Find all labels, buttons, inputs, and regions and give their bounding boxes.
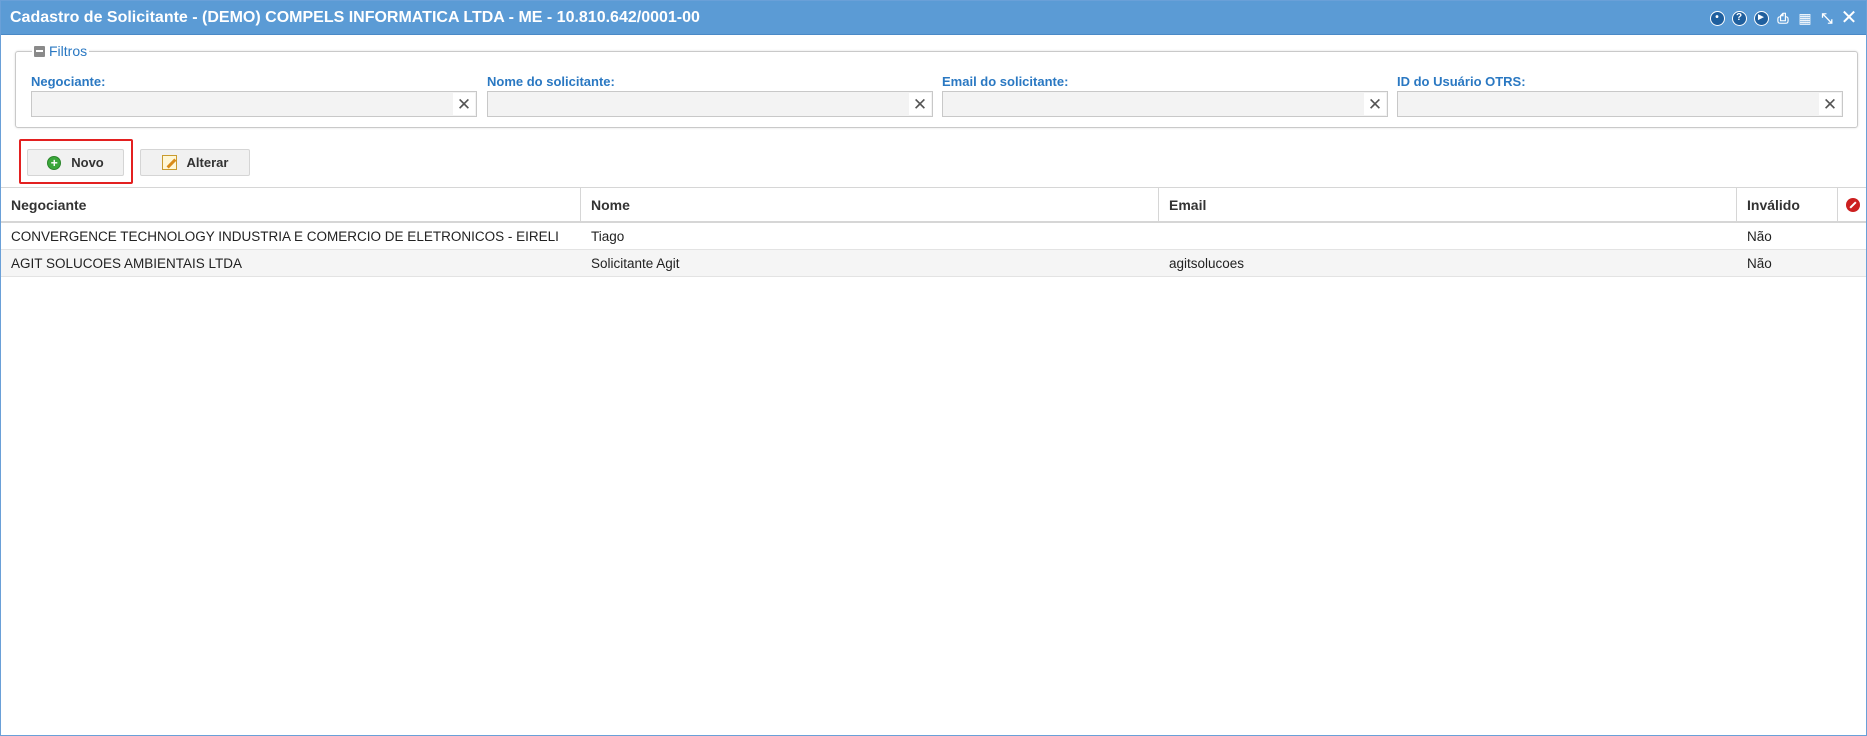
filter-negociante-box: ✕ xyxy=(31,91,477,117)
clear-otrs-icon[interactable]: ✕ xyxy=(1819,93,1841,115)
filter-negociante-input[interactable] xyxy=(32,92,476,116)
new-button[interactable]: + Novo xyxy=(27,149,124,176)
stop-icon[interactable] xyxy=(1846,197,1860,212)
column-header-nome[interactable]: Nome xyxy=(581,188,1159,221)
window-toolbar: • ? ► ⎙ ▦ ⤡ ✕ xyxy=(1708,8,1858,28)
help-icon[interactable]: ? xyxy=(1730,9,1748,27)
filter-label-email: Email do solicitante: xyxy=(942,74,1069,89)
edit-icon xyxy=(161,155,177,170)
filter-label-otrs: ID do Usuário OTRS: xyxy=(1397,74,1526,89)
cell-email xyxy=(1159,223,1737,249)
cell-invalido: Não xyxy=(1747,228,1772,244)
close-icon[interactable]: ✕ xyxy=(1840,8,1858,28)
title-bar[interactable]: Cadastro de Solicitante - (DEMO) COMPELS… xyxy=(1,1,1866,35)
requesters-grid: Negociante Nome Email Inválido CONVERGEN… xyxy=(1,187,1866,277)
filter-nome-input[interactable] xyxy=(488,92,932,116)
table-row[interactable]: AGIT SOLUCOES AMBIENTAIS LTDA Solicitant… xyxy=(1,250,1866,277)
column-header-negociante[interactable]: Negociante xyxy=(1,188,581,221)
filter-nome-box: ✕ xyxy=(487,91,933,117)
grid-header: Negociante Nome Email Inválido xyxy=(1,187,1866,223)
cell-negociante: AGIT SOLUCOES AMBIENTAIS LTDA xyxy=(11,255,243,271)
cell-email: agitsolucoes xyxy=(1169,255,1245,271)
filter-label-negociante: Negociante: xyxy=(31,74,106,89)
settings-icon[interactable]: • xyxy=(1708,9,1726,27)
column-menu[interactable] xyxy=(1838,188,1866,221)
clear-nome-icon[interactable]: ✕ xyxy=(909,93,931,115)
filters-legend-label: Filtros xyxy=(49,43,88,59)
filter-otrs-box: ✕ xyxy=(1397,91,1843,117)
cell-invalido: Não xyxy=(1747,255,1772,271)
new-button-label: Novo xyxy=(71,155,104,170)
window-title: Cadastro de Solicitante - (DEMO) COMPELS… xyxy=(10,8,700,26)
edit-button-label: Alterar xyxy=(186,155,229,170)
print-icon[interactable]: ⎙ xyxy=(1774,9,1792,27)
filter-email-box: ✕ xyxy=(942,91,1388,117)
filter-otrs-input[interactable] xyxy=(1398,92,1842,116)
clear-negociante-icon[interactable]: ✕ xyxy=(453,93,475,115)
column-header-email[interactable]: Email xyxy=(1159,188,1737,221)
calendar-icon[interactable]: ▦ xyxy=(1796,9,1814,27)
clear-email-icon[interactable]: ✕ xyxy=(1364,93,1386,115)
table-row[interactable]: CONVERGENCE TECHNOLOGY INDUSTRIA E COMER… xyxy=(1,223,1866,250)
filters-legend[interactable]: Filtros xyxy=(32,43,90,59)
cell-nome: Tiago xyxy=(591,228,625,244)
edit-button[interactable]: Alterar xyxy=(140,149,250,176)
play-icon[interactable]: ► xyxy=(1752,9,1770,27)
filter-email-input[interactable] xyxy=(943,92,1387,116)
filter-label-nome: Nome do solicitante: xyxy=(487,74,615,89)
main-window: Cadastro de Solicitante - (DEMO) COMPELS… xyxy=(0,0,1867,736)
collapse-filters-icon[interactable] xyxy=(34,45,45,57)
cell-nome: Solicitante Agit xyxy=(591,255,680,271)
column-header-invalido[interactable]: Inválido xyxy=(1737,188,1838,221)
collapse-icon[interactable]: ⤡ xyxy=(1818,9,1836,27)
cell-negociante: CONVERGENCE TECHNOLOGY INDUSTRIA E COMER… xyxy=(11,228,559,244)
plus-icon: + xyxy=(47,155,62,170)
